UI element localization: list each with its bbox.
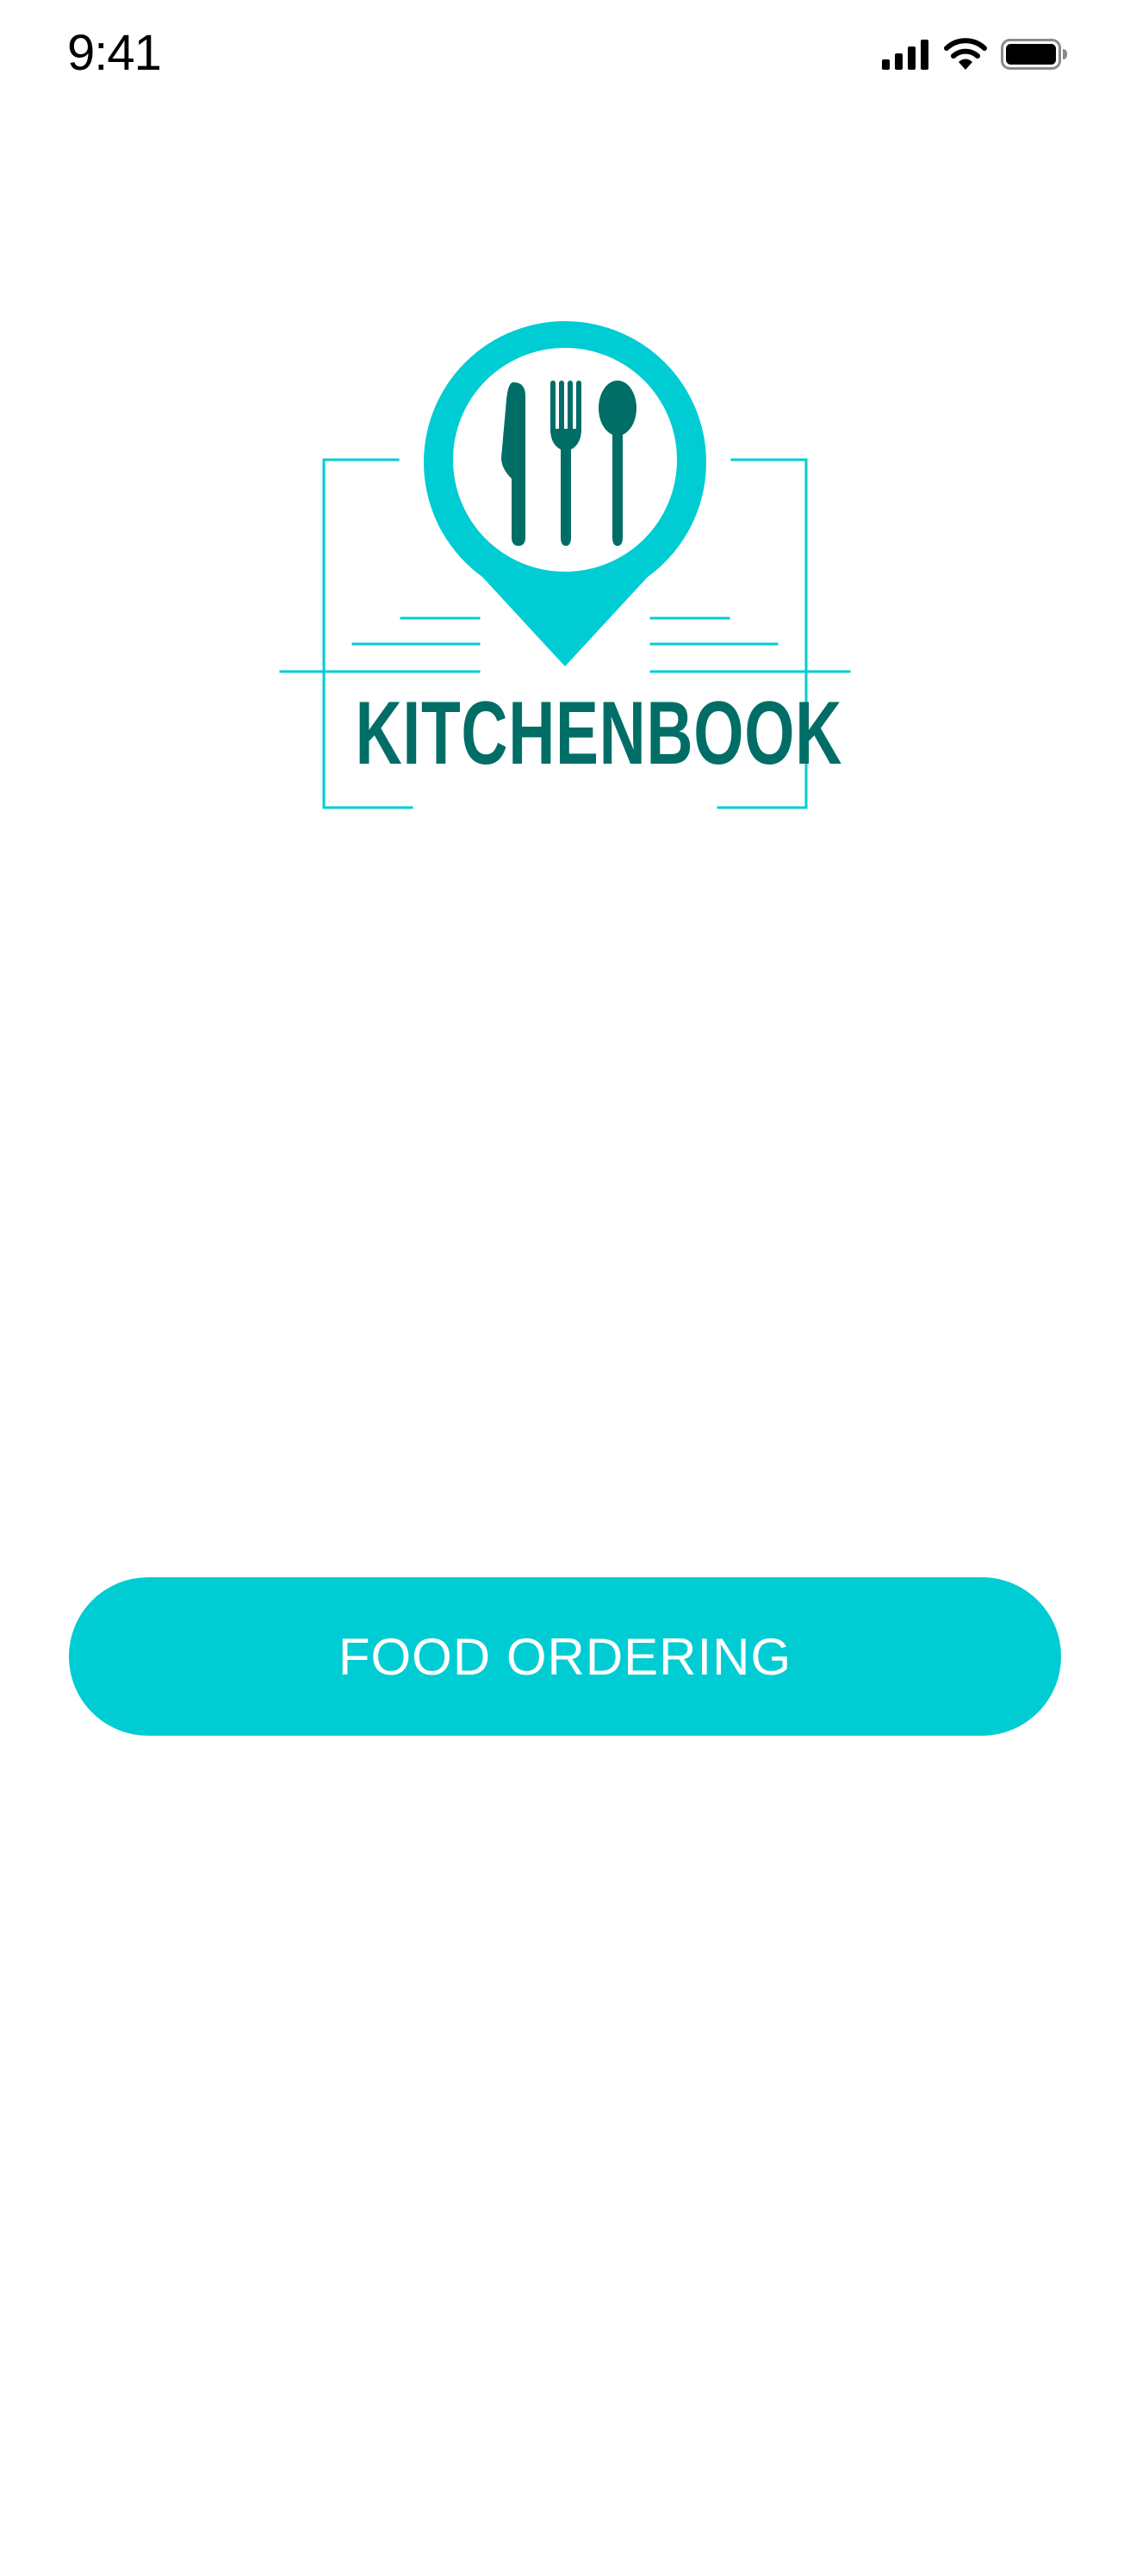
wifi-icon xyxy=(944,38,987,71)
status-time: 9:41 xyxy=(67,25,162,81)
status-bar: 9:41 xyxy=(0,0,1130,112)
cellular-signal-icon xyxy=(880,39,930,70)
food-ordering-label: FOOD ORDERING xyxy=(338,1627,792,1686)
fork-icon xyxy=(550,381,581,546)
brand-wordmark: KITCHENBOOK xyxy=(355,684,842,783)
spoon-icon xyxy=(599,381,636,546)
knife-icon xyxy=(501,382,525,546)
status-icons xyxy=(880,34,1068,74)
battery-icon xyxy=(1001,39,1068,70)
food-ordering-button[interactable]: FOOD ORDERING xyxy=(69,1577,1061,1736)
